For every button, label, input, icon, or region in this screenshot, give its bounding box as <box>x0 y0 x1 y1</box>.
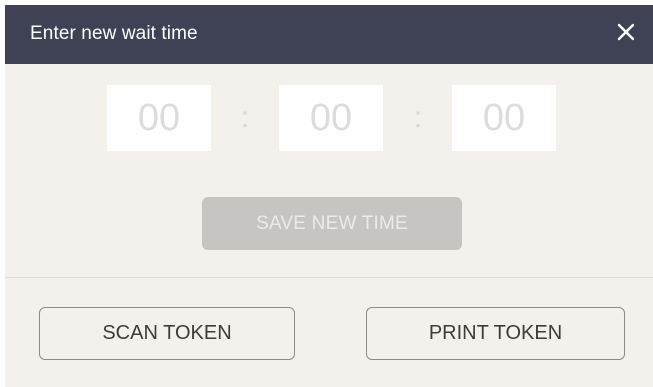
dialog-header: Enter new wait time <box>5 5 653 64</box>
minutes-input[interactable]: 00 <box>279 85 383 151</box>
save-new-time-button[interactable]: SAVE NEW TIME <box>202 197 462 250</box>
scan-token-button[interactable]: SCAN TOKEN <box>39 307 295 360</box>
print-token-button[interactable]: PRINT TOKEN <box>366 307 625 360</box>
close-icon <box>617 23 635 41</box>
wait-time-dialog: Enter new wait time 00 : 00 : 00 SAVE NE… <box>5 5 653 387</box>
divider <box>5 277 653 278</box>
time-separator: : <box>413 101 423 134</box>
seconds-input[interactable]: 00 <box>452 85 556 151</box>
hours-input[interactable]: 00 <box>107 85 211 151</box>
dialog-title: Enter new wait time <box>30 23 198 44</box>
time-separator: : <box>240 101 250 134</box>
close-button[interactable] <box>613 19 639 45</box>
